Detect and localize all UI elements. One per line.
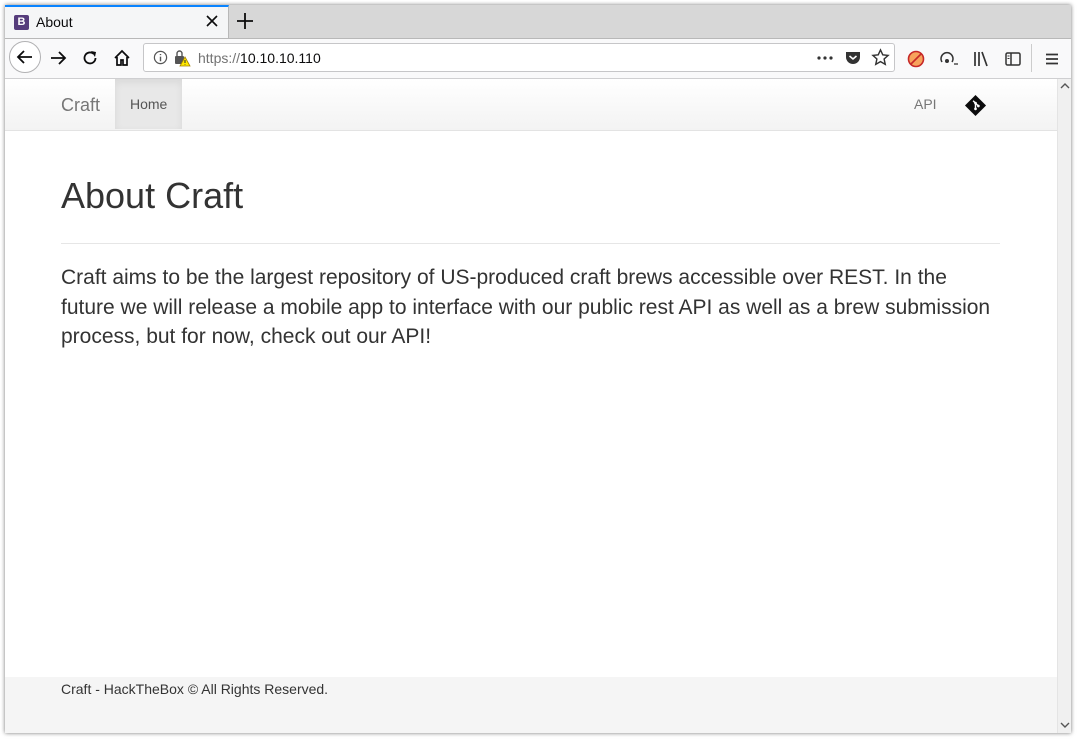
toolbar-separator bbox=[1031, 44, 1032, 72]
insecure-lock-icon[interactable] bbox=[173, 49, 191, 67]
brand-link[interactable]: Craft bbox=[61, 95, 100, 116]
tab-title: About bbox=[36, 14, 73, 30]
url-host: 10.10.10.110 bbox=[240, 50, 321, 66]
close-icon[interactable] bbox=[204, 13, 220, 29]
nav-home-label: Home bbox=[130, 96, 168, 112]
menu-hamburger-icon[interactable] bbox=[1043, 50, 1061, 68]
url-protocol: https:// bbox=[198, 50, 241, 66]
footer: Craft - HackTheBox © All Rights Reserved… bbox=[5, 677, 1057, 733]
library-icon[interactable] bbox=[972, 50, 990, 68]
info-icon[interactable] bbox=[153, 50, 168, 65]
sidebar-icon[interactable] bbox=[1004, 50, 1022, 68]
page-title: About Craft bbox=[61, 175, 244, 216]
nav-api[interactable]: API bbox=[914, 96, 937, 112]
extension-icon[interactable] bbox=[939, 50, 959, 68]
reload-button[interactable] bbox=[77, 45, 103, 71]
divider bbox=[61, 243, 1000, 244]
back-button[interactable] bbox=[9, 41, 41, 73]
browser-toolbar: https://10.10.10.110 bbox=[5, 39, 1071, 79]
reload-icon bbox=[83, 51, 97, 65]
pocket-icon[interactable] bbox=[844, 49, 862, 67]
url-text: https://10.10.10.110 bbox=[198, 50, 321, 66]
home-icon bbox=[114, 49, 130, 66]
scroll-up-icon[interactable] bbox=[1060, 82, 1070, 90]
lead-paragraph: Craft aims to be the largest repository … bbox=[61, 266, 991, 348]
site-navbar: Craft Home API bbox=[5, 79, 1057, 131]
forward-button[interactable] bbox=[45, 45, 71, 71]
scroll-down-icon[interactable] bbox=[1060, 721, 1070, 729]
browser-window: B About https://10.10.10.110 Craft Home … bbox=[5, 5, 1071, 733]
nav-home[interactable]: Home bbox=[115, 79, 182, 129]
git-icon[interactable] bbox=[964, 94, 987, 117]
home-button[interactable] bbox=[109, 45, 135, 71]
tab-about[interactable]: B About bbox=[5, 5, 229, 38]
page-content: Craft Home API About Craft Craft aims to… bbox=[5, 79, 1057, 733]
new-tab-icon[interactable] bbox=[235, 11, 255, 31]
forward-arrow-icon bbox=[51, 51, 67, 65]
bootstrap-favicon-icon: B bbox=[14, 15, 29, 30]
blocked-extension-icon[interactable] bbox=[907, 50, 925, 68]
bookmark-star-icon[interactable] bbox=[871, 48, 890, 67]
footer-text: Craft - HackTheBox © All Rights Reserved… bbox=[61, 681, 329, 697]
back-arrow-icon bbox=[16, 50, 32, 64]
tab-bar: B About bbox=[5, 5, 1071, 39]
scrollbar[interactable] bbox=[1057, 79, 1071, 733]
more-actions-icon[interactable] bbox=[816, 51, 834, 65]
url-bar[interactable]: https://10.10.10.110 bbox=[143, 43, 895, 72]
